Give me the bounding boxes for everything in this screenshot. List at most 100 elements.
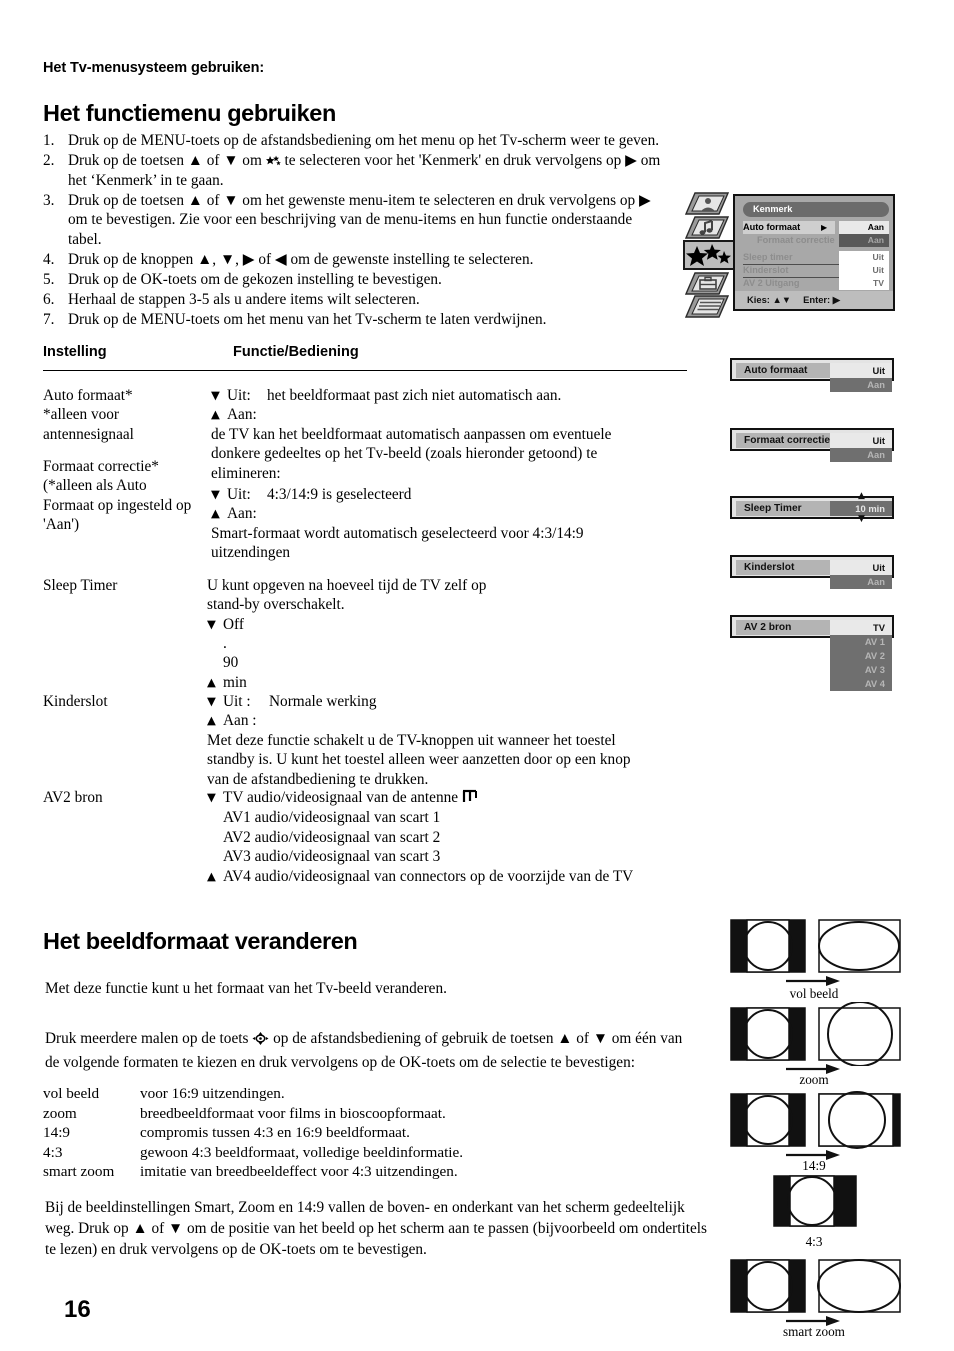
setting-line: Kinderslot [43,693,108,710]
widget-option[interactable]: Aan [830,448,892,462]
section-heading-beeldformaat: Het beeldformaat veranderen [43,928,358,954]
widget-option[interactable]: Aan [830,575,892,589]
osd-row-value: Aan [839,221,889,234]
step-text-line3: tabel. [68,230,102,248]
option: ▲ 90 min [207,653,695,692]
list-item: 1. Druk op de MENU-toets op de afstandsb… [43,131,695,151]
osd-row-sleep-timer[interactable]: Sleep timer Uit [743,251,889,264]
format-name: zoom [43,1104,77,1122]
format-caption: zoom [799,1072,829,1087]
setting-line: Formaat op ingesteld op [43,496,192,514]
triangle-down-icon[interactable]: ▼ [858,514,865,524]
section2-intro: Met deze functie kunt u het formaat van … [45,980,447,997]
note-line: weg. Druk op ▲ of ▼ om de positie van he… [45,1220,707,1237]
triangle-up-icon: ▲ [207,674,216,689]
format-diagram-4-3: 4:3 [714,1174,914,1250]
option-text: AV4 audio/videosignaal van connectors op… [223,867,634,885]
step-text-line2: om te bevestigen. Zie voor een beschrijv… [68,211,633,229]
list-item: 5. Druk op de OK-toets om de gekozen ins… [43,270,695,290]
option-label: . [223,635,227,653]
widget-options[interactable]: Aan [830,575,892,589]
osd-row-formaat-correctie[interactable]: Formaat correctie Aan [743,234,889,247]
step-number: 3. [43,191,55,209]
document-page: Het Tv-menusysteem gebruiken: Het functi… [0,0,954,1351]
osd-row-label: Formaat correctie [757,235,835,245]
setting-line: *alleen voor [43,406,120,424]
option: ▼ Uit : Normale werking [207,692,695,711]
option-text: TV audio/videosignaal van de antenne [223,789,459,806]
osd-row-auto-formaat[interactable]: Auto formaat ▶ Aan [743,221,889,234]
widget-options[interactable]: AV 1 AV 2 AV 3 AV 4 [830,635,892,691]
numbered-steps: 1. Druk op de MENU-toets op de afstandsb… [43,131,695,330]
widget-option[interactable]: AV 4 [830,677,892,691]
widget-label: Formaat correctie [744,435,831,446]
step-number: 2. [43,152,55,170]
list-icon [684,295,730,318]
osd-widget-formaat-correctie[interactable]: Formaat correctie Uit Aan [730,428,894,462]
instruction-text-a: Druk meerdere malen op de toets [45,1030,253,1047]
option-text: Normale werking [269,693,377,710]
option-label: Aan: [227,505,257,523]
instruction-text-c: de volgende formaten te kiezen en druk v… [45,1054,635,1071]
row-description: ▼ TV audio/videosignaal van de antenne AV… [207,788,695,886]
column-header-instelling: Instelling [43,344,107,360]
option-text: AV3 audio/videosignaal van scart 3 [223,848,441,866]
table-row: Formaat correctie* (*alleen als Auto For… [43,457,695,563]
triangle-down-icon: ▼ [211,487,220,501]
list-item: vol beeld voor 16:9 uitzendingen. [43,1084,723,1104]
osd-row-label: AV 2 Uitgang [743,278,800,288]
row-description: U kunt opgeven na hoeveel tijd de TV zel… [207,576,695,692]
step-text-line2: het ‘Kenmerk’ in te gaan. [68,171,224,189]
format-diagram-vol-beeld: vol beeld [714,916,914,1001]
triangle-down-icon: ▼ [207,694,216,708]
setting-line: antennesignaal [43,425,134,443]
list-item: 14:9 compromis tussen 4:3 en 16:9 beeldfo… [43,1123,723,1143]
widget-options[interactable]: Aan [830,378,892,392]
setting-line: Auto formaat* [43,387,133,404]
widget-label: Auto formaat [744,365,808,376]
option: . [207,634,695,653]
osd-feature-menu: Kenmerk Auto formaat ▶ Aan Formaat corre… [733,194,895,311]
widget-option[interactable]: Aan [830,378,892,392]
row-description: ▼ Uit: 4:3/14:9 is geselecteerd ▲ Aan:Smart… [211,457,695,563]
widget-option[interactable]: AV 2 [830,649,892,663]
settings-table: Instelling Functie/Bediening [43,344,687,371]
format-name: 4:3 [43,1143,63,1161]
triangle-down-icon: ▼ [207,790,216,804]
osd-widget-auto-formaat[interactable]: Auto formaat Uit Aan [730,358,894,392]
osd-widget-kinderslot[interactable]: Kinderslot Uit Aan [730,555,894,589]
format-desc: gewoon 4:3 beeldformaat, volledige beeld… [140,1143,464,1161]
triangle-up-icon: ▲ [207,713,216,728]
format-desc: breedbeeldformaat voor films in bioscoop… [140,1104,446,1122]
osd-widget-sleep-timer[interactable]: Sleep Timer 10 min ▲ ▼ [730,491,894,524]
triangle-up-icon[interactable]: ▲ [858,491,865,501]
osd-widget-av2-bron[interactable]: AV 2 bron TV AV 1 AV 2 AV 3 AV 4 [730,615,894,691]
option-label: Aan : [223,712,257,730]
step-text: Druk op de MENU-toets om het menu van he… [68,311,547,329]
intro-line: stand-by overschakelt. [207,596,345,614]
option-label: Aan: [227,406,257,424]
option: AV3 audio/videosignaal van scart 3 [207,847,695,866]
osd-row-av2-uitgang[interactable]: AV 2 Uitgang TV [743,277,889,290]
format-diagram-smart-zoom: smart zoom [714,1256,914,1339]
osd-row-kinderslot[interactable]: Kinderslot Uit [743,264,889,277]
note-line: Bij de beeldinstellingen Smart, Zoom en … [45,1199,685,1216]
option: ▼ Uit: 4:3/14:9 is geselecteerd [211,485,695,504]
option-label: Off [223,615,244,633]
osd-row-value: Aan [839,234,889,247]
picture-icon [684,192,730,215]
format-name: vol beeld [43,1085,100,1102]
widget-option[interactable]: AV 3 [830,663,892,677]
osd-row-label: Auto formaat [743,222,801,232]
widget-selected-value: Uit [830,433,892,448]
widget-option[interactable]: AV 1 [830,635,892,649]
list-item: 4:3 gewoon 4:3 beeldformaat, volledige be… [43,1143,723,1163]
option-text: 4:3/14:9 is geselecteerd [267,486,412,503]
option: ▲ AV4 audio/videosignaal van connectors o… [207,867,695,886]
option-text: het beeldformaat past zich niet automati… [267,387,562,404]
widget-options[interactable]: Aan [830,448,892,462]
option-label: 90 min [223,654,247,691]
list-item: 3. Druk op de toetsen ▲ of ▼ om het gewe… [43,191,695,250]
step-text: Druk op de toetsen ▲ of ▼ om [68,152,266,170]
list-item: zoom breedbeeldformaat voor films in bios… [43,1104,723,1124]
